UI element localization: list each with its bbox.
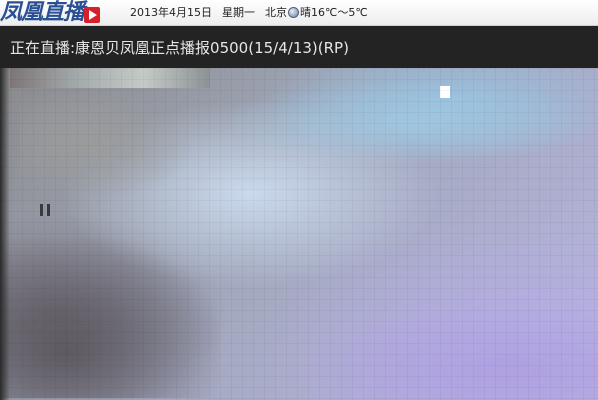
program-title-bar: 正在直播:康恩贝凤凰正点播报0500(15/4/13)(RP) [0,26,598,68]
play-icon [84,7,101,23]
site-logo[interactable]: 凤凰直播 [0,0,101,26]
pixelated-video-frame [0,68,598,400]
date-weather-info: 2013年4月15日 星期一 北京 晴16℃～5℃ [130,0,368,24]
video-player[interactable] [0,68,598,400]
top-info-bar: 凤凰直播 2013年4月15日 星期一 北京 晴16℃～5℃ [0,0,598,26]
date-text: 2013年4月15日 [130,6,212,19]
weather-icon [288,6,299,18]
weather-text: 晴16℃～5℃ [300,6,368,19]
city-text: 北京 [265,6,287,19]
weekday-text: 星期一 [222,6,255,19]
now-playing-title: 正在直播:康恩贝凤凰正点播报0500(15/4/13)(RP) [10,38,349,57]
logo-text: 凤凰直播 [0,0,85,25]
